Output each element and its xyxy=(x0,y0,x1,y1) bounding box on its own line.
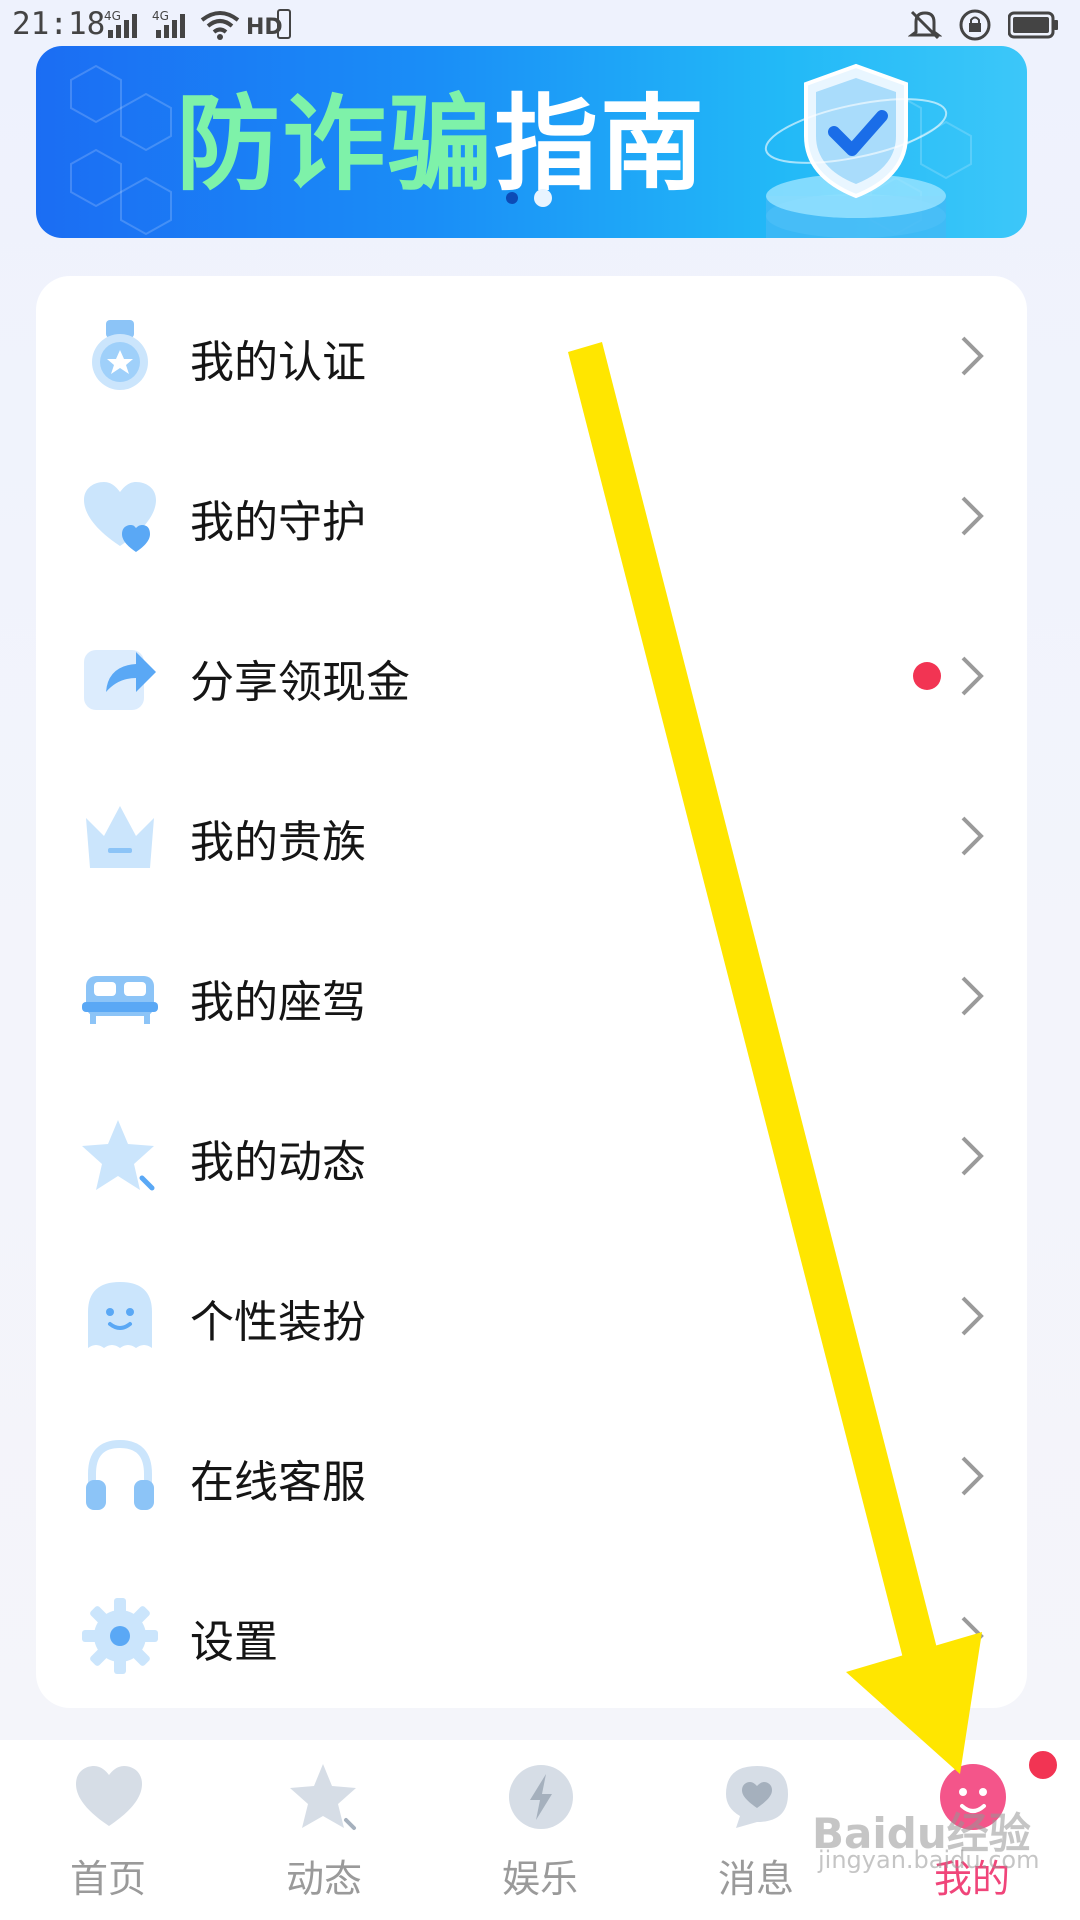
lock-rotation-icon xyxy=(959,9,991,41)
hd-icon: HD xyxy=(246,9,291,40)
chevron-right-icon xyxy=(961,816,984,856)
heart-icon xyxy=(76,1766,142,1826)
nav-label: 首页 xyxy=(69,1857,146,1901)
menu-item-settings[interactable]: 设置 xyxy=(36,1556,1027,1716)
nav-label: 娱乐 xyxy=(501,1857,578,1901)
crown-icon xyxy=(86,806,154,868)
headphones-icon xyxy=(86,1439,154,1510)
signal-icon: 4G xyxy=(152,9,185,38)
menu-item-dress-up[interactable]: 个性装扮 xyxy=(36,1236,1027,1396)
menu-item-label: 我的动态 xyxy=(190,1137,366,1188)
message-heart-icon xyxy=(726,1766,788,1828)
banner-title-green: 防诈骗 xyxy=(176,83,495,205)
chevron-right-icon xyxy=(961,1456,984,1496)
menu-item-label: 分享领现金 xyxy=(190,657,410,708)
banner-pagination xyxy=(506,189,552,207)
star-icon xyxy=(82,1120,155,1191)
nav-item-entertainment[interactable]: 娱乐 xyxy=(432,1740,648,1920)
gear-icon xyxy=(82,1598,158,1674)
svg-text:4G: 4G xyxy=(152,9,169,23)
wifi-icon xyxy=(200,11,240,40)
menu-item-vehicle[interactable]: 我的座驾 xyxy=(36,916,1027,1076)
share-icon xyxy=(84,650,156,710)
battery-icon xyxy=(1008,11,1058,39)
menu-item-label: 我的座驾 xyxy=(190,977,366,1028)
banner-title-white: 指南 xyxy=(494,83,707,205)
menu-item-label: 我的认证 xyxy=(190,337,366,388)
lightning-icon xyxy=(509,1765,573,1829)
notification-dot xyxy=(913,662,941,690)
chevron-right-icon xyxy=(961,1136,984,1176)
menu-item-nobility[interactable]: 我的贵族 xyxy=(36,756,1027,916)
menu-item-certification[interactable]: 我的认证 xyxy=(36,276,1027,436)
chevron-right-icon xyxy=(961,1616,984,1656)
pagination-dot-active[interactable] xyxy=(534,189,552,207)
heart-icon xyxy=(84,482,156,552)
svg-text:4G: 4G xyxy=(104,9,121,23)
shield-check-icon xyxy=(764,63,948,238)
watermark-sub: jingyan.baidu.com xyxy=(818,1846,1040,1874)
notification-badge xyxy=(1026,1748,1060,1782)
status-icons-right xyxy=(908,8,1060,42)
banner-title: 防诈骗指南 xyxy=(176,88,706,200)
nav-item-home[interactable]: 首页 xyxy=(0,1740,216,1920)
nav-label: 动态 xyxy=(285,1857,362,1901)
car-icon xyxy=(82,976,158,1024)
status-time: 21:18 xyxy=(12,6,106,42)
star-icon xyxy=(290,1764,356,1830)
menu-item-guard[interactable]: 我的守护 xyxy=(36,436,1027,596)
menu-item-label: 我的贵族 xyxy=(190,817,366,868)
chevron-right-icon xyxy=(961,336,984,376)
chevron-right-icon xyxy=(961,1296,984,1336)
menu-item-customer-service[interactable]: 在线客服 xyxy=(36,1396,1027,1556)
ghost-face-icon xyxy=(88,1282,152,1348)
signal-icon: 4G xyxy=(104,9,137,38)
status-bar: 21:18 4G 4G HD xyxy=(0,0,1080,52)
menu-item-label: 个性装扮 xyxy=(190,1297,366,1348)
menu-item-label: 设置 xyxy=(190,1617,278,1668)
chevron-right-icon xyxy=(961,976,984,1016)
menu-item-share-cash[interactable]: 分享领现金 xyxy=(36,596,1027,756)
menu-item-moments[interactable]: 我的动态 xyxy=(36,1076,1027,1236)
pagination-dot[interactable] xyxy=(506,192,518,204)
anti-fraud-banner[interactable]: 防诈骗指南 xyxy=(36,46,1027,238)
menu-item-label: 在线客服 xyxy=(190,1457,366,1508)
menu-card: 我的认证 我的守护 分享领现金 我的贵族 我的座驾 我的动态 个性装扮 在线客服… xyxy=(36,276,1027,1708)
mute-icon xyxy=(908,10,942,40)
chevron-right-icon xyxy=(961,496,984,536)
chevron-right-icon xyxy=(961,656,984,696)
menu-item-label: 我的守护 xyxy=(190,497,366,548)
nav-item-moments[interactable]: 动态 xyxy=(216,1740,432,1920)
medal-icon xyxy=(92,320,148,390)
